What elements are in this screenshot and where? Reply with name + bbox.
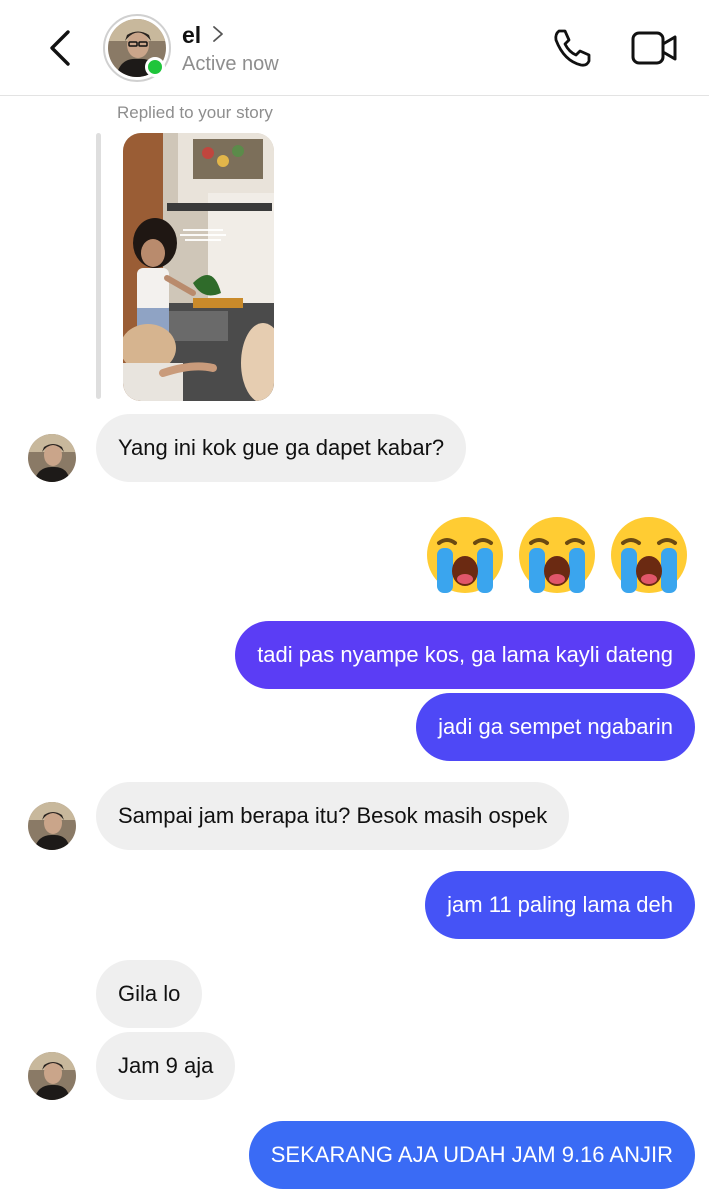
contact-avatar-small[interactable] bbox=[28, 434, 76, 482]
story-reply-label: Replied to your story bbox=[117, 103, 273, 122]
message-text: jam 11 paling lama deh bbox=[447, 892, 673, 917]
message-text: Sampai jam berapa itu? Besok masih ospek bbox=[118, 803, 548, 828]
message-text: Yang ini kok gue ga dapet kabar? bbox=[118, 435, 445, 460]
contact-avatar-small[interactable] bbox=[28, 802, 76, 850]
back-chevron-icon[interactable] bbox=[40, 28, 80, 68]
message-bubble-incoming[interactable]: Gila lo bbox=[96, 960, 203, 1028]
phone-icon[interactable] bbox=[550, 26, 594, 70]
message-bubble-incoming[interactable]: Yang ini kok gue ga dapet kabar? bbox=[96, 414, 467, 482]
online-status-dot bbox=[145, 57, 165, 77]
message-bubble-outgoing[interactable]: SEKARANG AJA UDAH JAM 9.16 ANJIR bbox=[248, 1121, 695, 1189]
message-text: Gila lo bbox=[118, 981, 181, 1006]
contact-name[interactable]: el bbox=[182, 22, 201, 49]
reply-indicator-bar bbox=[96, 133, 101, 399]
message-bubble-incoming[interactable]: Jam 9 aja bbox=[96, 1032, 236, 1100]
message-bubble-incoming[interactable]: Sampai jam berapa itu? Besok masih ospek bbox=[96, 782, 570, 850]
video-camera-icon[interactable] bbox=[630, 28, 678, 68]
message-text: jadi ga sempet ngabarin bbox=[438, 714, 673, 739]
emoji-message[interactable] bbox=[425, 515, 689, 601]
contact-status: Active now bbox=[182, 53, 279, 75]
loudly-crying-face-icon bbox=[427, 517, 503, 593]
message-text: SEKARANG AJA UDAH JAM 9.16 ANJIR bbox=[270, 1142, 673, 1167]
message-bubble-outgoing[interactable]: jam 11 paling lama deh bbox=[425, 871, 695, 939]
loudly-crying-face-icon bbox=[519, 517, 595, 593]
contact-avatar-small[interactable] bbox=[28, 1052, 76, 1100]
chat-header: el Active now bbox=[0, 0, 709, 96]
message-text: tadi pas nyampe kos, ga lama kayli daten… bbox=[257, 642, 673, 667]
message-bubble-outgoing[interactable]: tadi pas nyampe kos, ga lama kayli daten… bbox=[235, 621, 695, 689]
message-text: Jam 9 aja bbox=[118, 1053, 214, 1078]
story-thumbnail[interactable] bbox=[123, 133, 274, 401]
chevron-right-icon[interactable] bbox=[211, 24, 225, 44]
message-bubble-outgoing[interactable]: jadi ga sempet ngabarin bbox=[416, 693, 695, 761]
loudly-crying-face-icon bbox=[611, 517, 687, 593]
